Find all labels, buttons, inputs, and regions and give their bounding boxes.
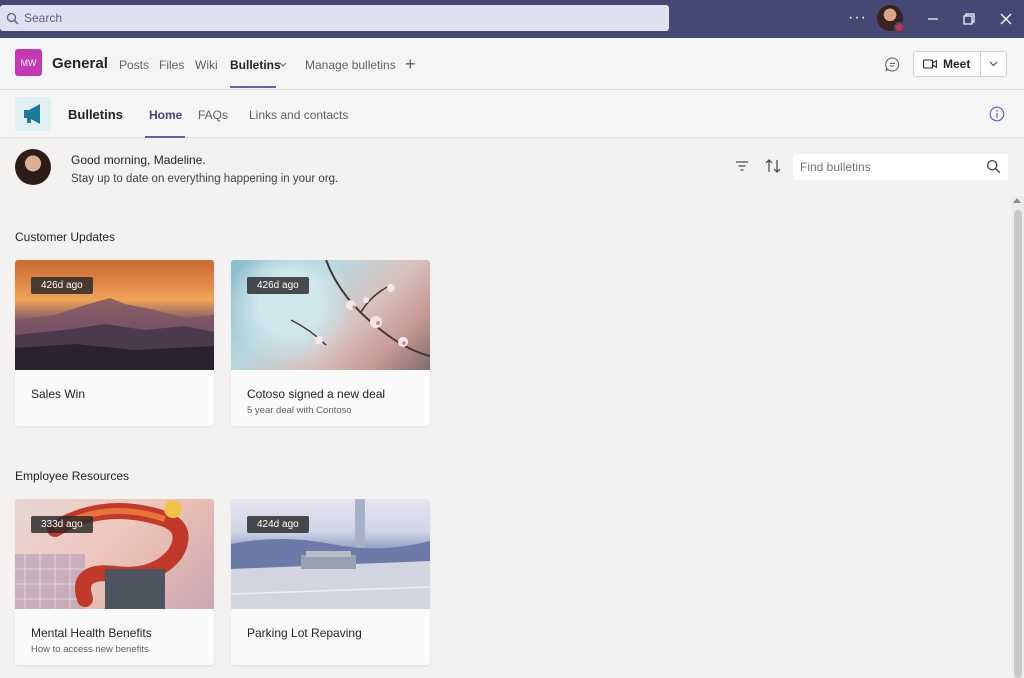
tab-bulletins[interactable]: Bulletins: [230, 58, 281, 72]
meet-label: Meet: [943, 57, 971, 71]
conversation-icon[interactable]: [884, 56, 901, 73]
sort-icon[interactable]: [764, 158, 782, 174]
age-badge: 426d ago: [247, 277, 309, 294]
megaphone-icon: [24, 104, 40, 124]
close-icon[interactable]: [997, 10, 1015, 28]
app-title: Bulletins: [68, 107, 123, 122]
bulletin-title: Parking Lot Repaving: [247, 626, 362, 640]
restore-icon[interactable]: [960, 10, 978, 28]
team-avatar: MW: [15, 49, 42, 76]
active-tab-indicator: [145, 136, 185, 138]
channel-title: General: [52, 55, 108, 72]
tab-posts[interactable]: Posts: [119, 58, 149, 72]
bulletin-card[interactable]: 333d ago Mental Health Benefits How to a…: [15, 499, 214, 665]
bulletin-card[interactable]: 426d ago Sales Win: [15, 260, 214, 426]
channel-header: MW General Posts Files Wiki Bulletins Ma…: [0, 38, 1024, 90]
chevron-down-icon: [989, 61, 998, 67]
chevron-down-icon[interactable]: [279, 62, 287, 68]
search-placeholder: Search: [24, 11, 63, 25]
tab-wiki[interactable]: Wiki: [195, 58, 218, 72]
user-avatar[interactable]: [877, 5, 905, 33]
more-options-icon[interactable]: ···: [848, 9, 867, 27]
bulletin-title: Cotoso signed a new deal: [247, 387, 386, 401]
tab-files[interactable]: Files: [159, 58, 184, 72]
search-icon: [6, 12, 19, 24]
add-tab-button[interactable]: +: [405, 54, 416, 75]
tab-manage-bulletins[interactable]: Manage bulletins: [305, 58, 396, 72]
bulletins-app-icon: [15, 97, 51, 131]
minimize-icon[interactable]: [924, 10, 942, 28]
filter-icon[interactable]: [734, 158, 750, 174]
bulletin-card[interactable]: 426d ago Cotoso signed a new deal 5 year…: [231, 260, 430, 426]
scroll-up-arrow-icon[interactable]: [1013, 198, 1021, 203]
app-header: Bulletins Home FAQs Links and contacts: [0, 90, 1024, 138]
tab-links-and-contacts[interactable]: Links and contacts: [249, 108, 348, 122]
bulletin-title: Sales Win: [31, 387, 86, 401]
bulletin-title: Mental Health Benefits: [31, 626, 152, 640]
video-camera-icon: [923, 59, 937, 69]
info-icon[interactable]: [989, 106, 1005, 122]
age-badge: 424d ago: [247, 516, 309, 533]
find-bulletins-input[interactable]: [793, 154, 1008, 180]
user-avatar: [15, 149, 51, 185]
bulletin-subtitle: 5 year deal with Contoso: [247, 405, 352, 416]
greeting-subtitle: Stay up to date on everything happening …: [71, 173, 339, 185]
tab-home[interactable]: Home: [149, 108, 182, 122]
age-badge: 426d ago: [31, 277, 93, 294]
title-bar: Search ···: [0, 0, 1024, 38]
bulletin-subtitle: How to access new benefits: [31, 644, 149, 655]
active-tab-indicator: [230, 86, 276, 88]
status-dot-icon: [894, 22, 905, 33]
scrollbar-thumb[interactable]: [1014, 210, 1022, 678]
tab-faqs[interactable]: FAQs: [198, 108, 228, 122]
bulletin-card[interactable]: 424d ago Parking Lot Repaving: [231, 499, 430, 665]
greeting-title: Good morning, Madeline.: [71, 153, 206, 167]
meet-dropdown-button[interactable]: [981, 51, 1007, 77]
section-title: Customer Updates: [15, 230, 116, 244]
age-badge: 333d ago: [31, 516, 93, 533]
section-title: Employee Resources: [15, 469, 130, 483]
global-search-box[interactable]: Search: [0, 5, 669, 31]
search-icon[interactable]: [986, 159, 1001, 174]
meet-button[interactable]: Meet: [913, 51, 981, 77]
